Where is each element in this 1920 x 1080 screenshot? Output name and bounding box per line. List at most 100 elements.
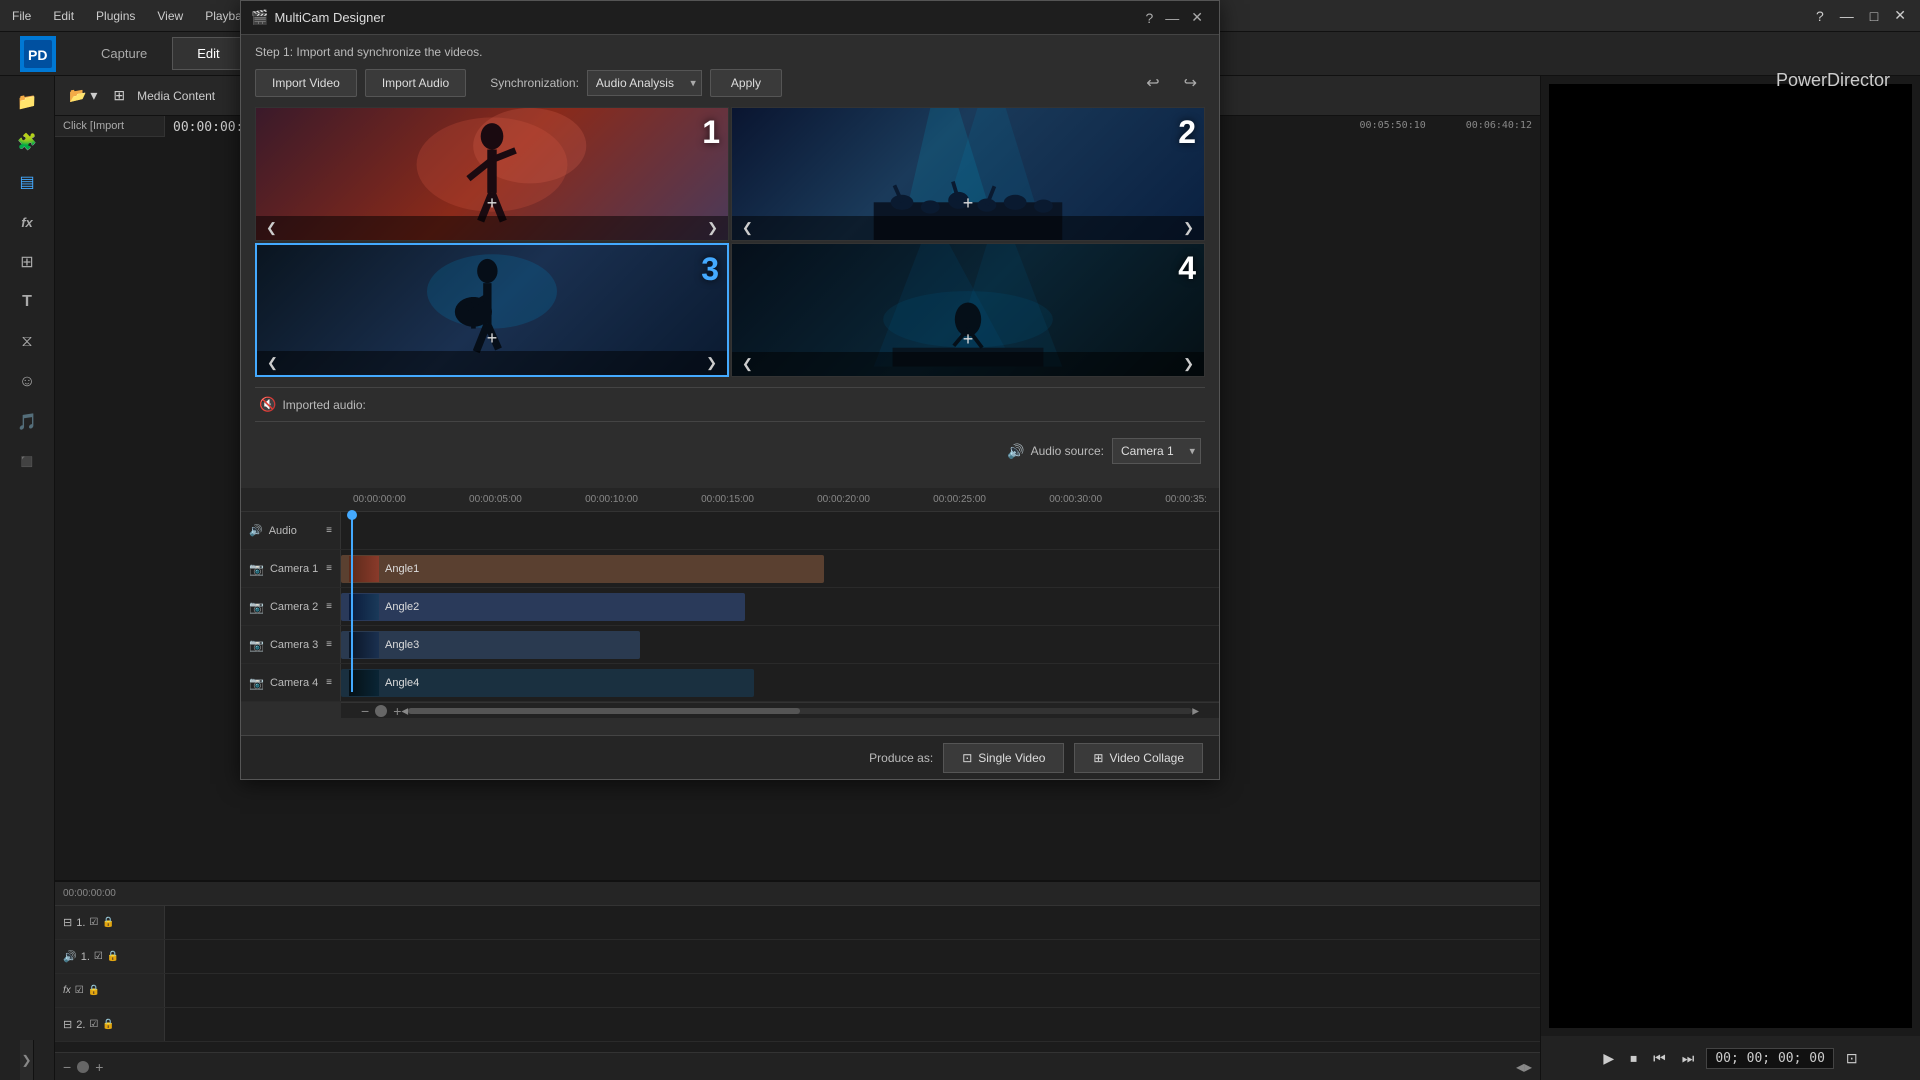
time-marker-5: 00:00:25:00 <box>933 494 986 505</box>
camera-2-controls: ❮ ❯ <box>732 216 1204 240</box>
camera4-track-label: 📷 Camera 4 ≡ <box>241 664 341 701</box>
camera-number-3: 3 <box>701 251 719 288</box>
audio-track-name: Audio <box>269 525 297 537</box>
camera4-track-name: Camera 4 <box>270 677 318 689</box>
dialog-help-btn[interactable]: ? <box>1139 8 1159 28</box>
cam4-next-btn[interactable]: ❯ <box>1179 354 1198 374</box>
camera2-menu-icon: ≡ <box>326 601 332 612</box>
time-marker-4: 00:00:20:00 <box>817 494 870 505</box>
angle2-label: Angle2 <box>385 601 419 613</box>
camera-number-1: 1 <box>702 114 720 151</box>
camera1-track-label: 📷 Camera 1 ≡ <box>241 550 341 587</box>
camera4-track: Angle4 <box>341 664 1219 701</box>
camera3-track-row: 📷 Camera 3 ≡ Angle3 <box>241 626 1219 664</box>
apply-btn[interactable]: Apply <box>710 69 782 97</box>
camera-3-controls: ❮ ❯ <box>257 351 727 375</box>
angle3-clip[interactable]: Angle3 <box>341 631 640 659</box>
camera4-track-row: 📷 Camera 4 ≡ Angle4 <box>241 664 1219 702</box>
angle1-clip[interactable]: Angle1 <box>341 555 824 583</box>
audio-track-label: 🔊 Audio ≡ <box>241 512 341 549</box>
cam1-prev-btn[interactable]: ❮ <box>262 218 281 238</box>
single-video-btn[interactable]: ⊡ Single Video <box>943 743 1064 773</box>
camera-cell-1[interactable]: 1 ❮ ❯ + <box>255 107 729 241</box>
import-video-btn[interactable]: Import Video <box>255 69 357 97</box>
camera-cell-2[interactable]: 2 ❮ ❯ + <box>731 107 1205 241</box>
dialog-overlay: 🎬 MultiCam Designer ? — ✕ Step 1: Import… <box>0 0 1920 1080</box>
camera2-track-row: 📷 Camera 2 ≡ Angle2 <box>241 588 1219 626</box>
audio-menu-icon: ≡ <box>326 525 332 536</box>
audio-speaker-icon: 🔇 <box>259 396 276 413</box>
dialog-bottom-bar: Produce as: ⊡ Single Video ⊞ Video Colla… <box>241 735 1219 779</box>
cam3-next-btn[interactable]: ❯ <box>702 353 721 373</box>
camera4-menu-icon: ≡ <box>326 677 332 688</box>
angle4-clip[interactable]: Angle4 <box>341 669 754 697</box>
timeline-scrollbar: − + ◂ ▸ <box>341 702 1219 718</box>
camera-cell-3[interactable]: 3 ❮ ❯ + <box>255 243 729 377</box>
tl-zoom-out-btn[interactable]: − <box>361 703 369 719</box>
camera2-icon: 📷 <box>249 600 264 614</box>
camera1-track: Angle1 <box>341 550 1219 587</box>
cam1-next-btn[interactable]: ❯ <box>703 218 722 238</box>
camera-cell-4[interactable]: 4 ❮ ❯ + <box>731 243 1205 377</box>
undo-btn[interactable]: ↩ <box>1138 69 1167 97</box>
dialog-titlebar: 🎬 MultiCam Designer ? — ✕ <box>241 1 1219 35</box>
audio-source-select-wrapper: Camera 1 Camera 2 Camera 3 Camera 4 <box>1112 438 1201 464</box>
audio-track-icon: 🔊 <box>249 524 263 537</box>
tl-zoom-dot[interactable] <box>375 705 387 717</box>
cam3-add-btn[interactable]: + <box>487 328 498 349</box>
camera4-icon: 📷 <box>249 676 264 690</box>
dialog-title-icon: 🎬 <box>251 9 268 26</box>
camera1-track-row: 📷 Camera 1 ≡ Angle1 <box>241 550 1219 588</box>
time-marker-2: 00:00:10:00 <box>585 494 638 505</box>
camera1-icon: 📷 <box>249 562 264 576</box>
single-video-label: Single Video <box>978 751 1045 765</box>
cam3-prev-btn[interactable]: ❮ <box>263 353 282 373</box>
audio-track <box>341 512 1219 549</box>
angle4-label: Angle4 <box>385 677 419 689</box>
sync-select-wrapper: Audio Analysis Timecode In/Out Points <box>587 70 702 96</box>
angle3-label: Angle3 <box>385 639 419 651</box>
cam2-add-btn[interactable]: + <box>963 193 974 214</box>
sync-select[interactable]: Audio Analysis Timecode In/Out Points <box>587 70 702 96</box>
tl-zoom-in-btn[interactable]: + <box>393 703 401 719</box>
time-marker-7: 00:00:35: <box>1165 494 1207 505</box>
dialog-title-text: MultiCam Designer <box>274 10 1139 25</box>
video-collage-label: Video Collage <box>1109 751 1184 765</box>
cam4-add-btn[interactable]: + <box>963 329 974 350</box>
angle2-clip[interactable]: Angle2 <box>341 593 745 621</box>
time-marker-3: 00:00:15:00 <box>701 494 754 505</box>
cam2-next-btn[interactable]: ❯ <box>1179 218 1198 238</box>
audio-track-row: 🔊 Audio ≡ <box>241 512 1219 550</box>
tl-scroll-right[interactable]: ▸ <box>1192 703 1199 719</box>
dialog-minimize-btn[interactable]: — <box>1159 8 1185 28</box>
sync-label: Synchronization: <box>490 76 579 90</box>
import-audio-btn[interactable]: Import Audio <box>365 69 466 97</box>
tl-scrollbar-thumb <box>408 708 800 714</box>
camera1-menu-icon: ≡ <box>326 563 332 574</box>
multicam-dialog: 🎬 MultiCam Designer ? — ✕ Step 1: Import… <box>240 0 1220 780</box>
cam2-prev-btn[interactable]: ❮ <box>738 218 757 238</box>
camera-number-4: 4 <box>1178 250 1196 287</box>
camera2-track-label: 📷 Camera 2 ≡ <box>241 588 341 625</box>
camera-number-2: 2 <box>1178 114 1196 151</box>
video-collage-btn[interactable]: ⊞ Video Collage <box>1074 743 1203 773</box>
tl-scrollbar-track[interactable] <box>408 708 1192 714</box>
dialog-step-label: Step 1: Import and synchronize the video… <box>255 45 1205 59</box>
camera2-track-name: Camera 2 <box>270 601 318 613</box>
cam1-add-btn[interactable]: + <box>487 193 498 214</box>
time-marker-1: 00:00:05:00 <box>469 494 522 505</box>
camera3-menu-icon: ≡ <box>326 639 332 650</box>
dialog-close-btn[interactable]: ✕ <box>1185 7 1209 28</box>
redo-btn[interactable]: ↪ <box>1176 69 1205 97</box>
camera3-track: Angle3 <box>341 626 1219 663</box>
camera2-track: Angle2 <box>341 588 1219 625</box>
dialog-content: Step 1: Import and synchronize the video… <box>241 35 1219 488</box>
time-marker-6: 00:00:30:00 <box>1049 494 1102 505</box>
audio-source-select[interactable]: Camera 1 Camera 2 Camera 3 Camera 4 <box>1112 438 1201 464</box>
audio-source-row: 🔊 Audio source: Camera 1 Camera 2 Camera… <box>255 432 1205 470</box>
imported-audio-row: 🔇 Imported audio: <box>255 387 1205 422</box>
cam4-prev-btn[interactable]: ❮ <box>738 354 757 374</box>
camera3-track-name: Camera 3 <box>270 639 318 651</box>
tl-scroll-left[interactable]: ◂ <box>401 703 408 719</box>
angle3-thumb <box>349 632 379 658</box>
